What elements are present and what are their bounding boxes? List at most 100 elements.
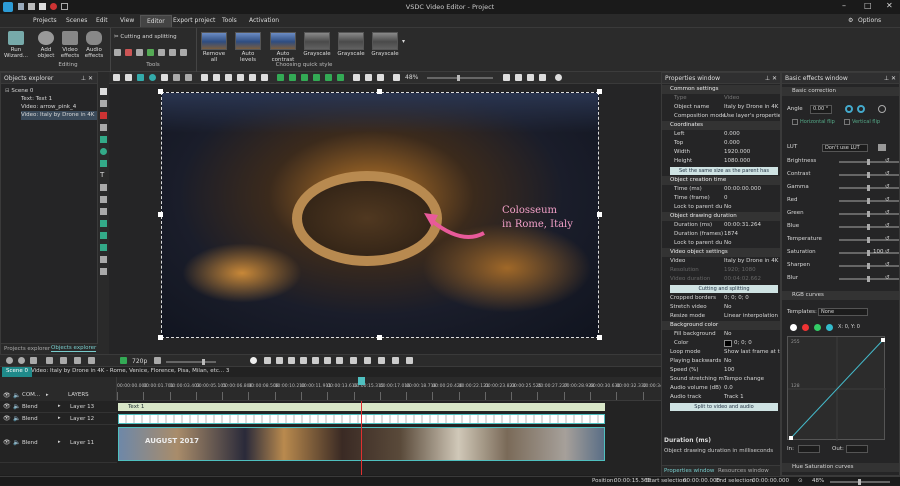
prop-row[interactable]: Speed (%) 100 bbox=[662, 366, 780, 375]
prop-row[interactable]: Cropped borders 0; 0; 0; 0 bbox=[662, 294, 780, 303]
curve-out-input[interactable] bbox=[846, 445, 868, 453]
redo-icon[interactable] bbox=[185, 74, 192, 81]
crop-timeline-icon[interactable] bbox=[392, 357, 399, 364]
distribute-icon[interactable] bbox=[377, 74, 384, 81]
curve-point[interactable] bbox=[881, 338, 885, 342]
circle-icon[interactable] bbox=[149, 74, 156, 81]
send-back-icon[interactable] bbox=[313, 74, 320, 81]
prop-row[interactable]: Width 1920.000 bbox=[662, 148, 780, 157]
volume-slider-knob[interactable] bbox=[202, 359, 205, 365]
prop-row[interactable]: Duration (ms) 00:00:31.264 bbox=[662, 221, 780, 230]
tab-objects-explorer[interactable]: Objects explorer bbox=[51, 345, 97, 352]
video-frame[interactable]: Colosseum in Rome, Italy bbox=[161, 92, 599, 338]
tree-item-selected[interactable]: Video: Italy by Drone in 4K bbox=[21, 111, 97, 120]
effect-slider-knob[interactable] bbox=[867, 198, 870, 204]
step-back-icon[interactable] bbox=[300, 357, 307, 364]
pin-icon[interactable]: ⊥ ✕ bbox=[81, 75, 93, 82]
sprite-icon[interactable] bbox=[100, 208, 107, 215]
align-left-icon[interactable] bbox=[201, 74, 208, 81]
arrow-down-icon[interactable] bbox=[337, 74, 344, 81]
section-common-settings[interactable]: Common settings bbox=[662, 85, 780, 94]
section-video-settings[interactable]: Video object settings bbox=[662, 248, 780, 257]
menu-tools[interactable]: Tools bbox=[222, 17, 237, 24]
layout-icon[interactable] bbox=[100, 256, 107, 263]
zoom-tool-icon[interactable] bbox=[169, 49, 176, 56]
audio-effects-button[interactable]: Audio effects bbox=[82, 31, 106, 59]
record-tool-icon[interactable] bbox=[100, 112, 107, 119]
prop-row[interactable]: Audio volume (dB) 0.0 bbox=[662, 384, 780, 393]
grid-icon[interactable] bbox=[125, 74, 132, 81]
zoom-slider[interactable] bbox=[427, 75, 493, 81]
resize-handle[interactable] bbox=[377, 89, 382, 94]
close-icon[interactable]: ✕ bbox=[886, 1, 893, 10]
prop-row[interactable]: Lock to parent du No bbox=[662, 239, 780, 248]
marker-icon[interactable] bbox=[364, 357, 371, 364]
resize-handle[interactable] bbox=[377, 335, 382, 340]
split-video-audio-button[interactable]: Split to video and audio bbox=[670, 403, 778, 411]
section-basic-correction[interactable]: Basic correction bbox=[782, 87, 899, 96]
prop-row[interactable]: Stretch video No bbox=[662, 303, 780, 312]
menu-export-project[interactable]: Export project bbox=[173, 17, 215, 24]
prop-row[interactable]: Height 1080.000 bbox=[662, 157, 780, 166]
align-right-icon[interactable] bbox=[225, 74, 232, 81]
eye-icon[interactable]: 👁 bbox=[3, 439, 11, 446]
options-menu[interactable]: Options bbox=[858, 17, 881, 24]
menu-scenes[interactable]: Scenes bbox=[66, 17, 87, 24]
section-coordinates[interactable]: Coordinates bbox=[662, 121, 780, 130]
set-parent-size-button[interactable]: Set the same size as the parent has bbox=[670, 167, 778, 175]
prop-row[interactable]: Left 0.000 bbox=[662, 130, 780, 139]
track-expand-icon[interactable]: ▸ bbox=[58, 439, 61, 445]
effect-slider-knob[interactable] bbox=[867, 224, 870, 230]
prop-row[interactable]: Fill background No bbox=[662, 330, 780, 339]
speaker-track-icon[interactable]: 🔈 bbox=[13, 392, 20, 399]
prop-row[interactable]: Lock to parent du No bbox=[662, 203, 780, 212]
render-icon[interactable] bbox=[120, 357, 127, 364]
quick-style-remove-all[interactable]: Remove all bbox=[199, 32, 229, 63]
loop-icon[interactable] bbox=[350, 357, 357, 364]
trim-icon[interactable] bbox=[125, 49, 132, 56]
prop-row[interactable]: Duration (frames) 1874 bbox=[662, 230, 780, 239]
resize-handle[interactable] bbox=[597, 335, 602, 340]
resize-handle[interactable] bbox=[597, 212, 602, 217]
tab-properties-window[interactable]: Properties window bbox=[664, 468, 714, 474]
text-icon[interactable]: T bbox=[100, 172, 107, 179]
effect-slider[interactable] bbox=[839, 250, 899, 256]
split-marker-icon[interactable] bbox=[60, 357, 67, 364]
effect-slider[interactable] bbox=[839, 211, 899, 217]
curve-in-input[interactable] bbox=[798, 445, 820, 453]
reset-icon[interactable]: ↺ bbox=[885, 247, 890, 258]
speaker-track-icon[interactable]: 🔈 bbox=[13, 415, 20, 422]
ungroup-icon[interactable] bbox=[365, 74, 372, 81]
effect-slider[interactable] bbox=[839, 198, 899, 204]
timeline-breadcrumb[interactable]: Video: Italy by Drone in 4K - Rome, Veni… bbox=[31, 368, 229, 374]
prop-row[interactable]: Resize mode Linear interpolation bbox=[662, 312, 780, 321]
rectangle-icon[interactable] bbox=[100, 136, 107, 143]
resize-handle[interactable] bbox=[158, 335, 163, 340]
volume-slider[interactable] bbox=[166, 359, 216, 365]
arrow-up-icon[interactable] bbox=[325, 74, 332, 81]
prop-row[interactable]: Loop modeShow last frame at the bbox=[662, 348, 780, 357]
reset-icon[interactable]: ↺ bbox=[885, 234, 890, 245]
fit-timeline-icon[interactable] bbox=[30, 357, 37, 364]
reset-icon[interactable]: ↺ bbox=[885, 182, 890, 193]
overlay-text-line1[interactable]: Colosseum bbox=[502, 205, 557, 216]
zoom-icon[interactable] bbox=[393, 74, 400, 81]
zoom-in-icon[interactable] bbox=[18, 357, 25, 364]
curve-point[interactable] bbox=[789, 436, 793, 440]
prop-row[interactable]: Composition mode Use layer's properties bbox=[662, 112, 780, 121]
menu-edit[interactable]: Edit bbox=[96, 17, 108, 24]
arrange-icon[interactable] bbox=[100, 268, 107, 275]
quick-style-scroll-icon[interactable]: ▾ bbox=[402, 38, 405, 45]
zoom-out-icon[interactable] bbox=[6, 357, 13, 364]
shape-icon[interactable] bbox=[100, 160, 107, 167]
quick-style-auto-levels[interactable]: Auto levels bbox=[233, 32, 263, 63]
audio-wave-icon[interactable] bbox=[406, 357, 413, 364]
align-bottom-icon[interactable] bbox=[261, 74, 268, 81]
snap-icon[interactable] bbox=[161, 74, 168, 81]
horizontal-flip-checkbox[interactable] bbox=[792, 119, 798, 125]
rotate-left-icon[interactable] bbox=[845, 105, 853, 113]
reset-icon[interactable]: ↺ bbox=[885, 260, 890, 271]
resize-handle[interactable] bbox=[158, 89, 163, 94]
video-icon[interactable] bbox=[100, 232, 107, 239]
stabilize-icon[interactable] bbox=[147, 49, 154, 56]
